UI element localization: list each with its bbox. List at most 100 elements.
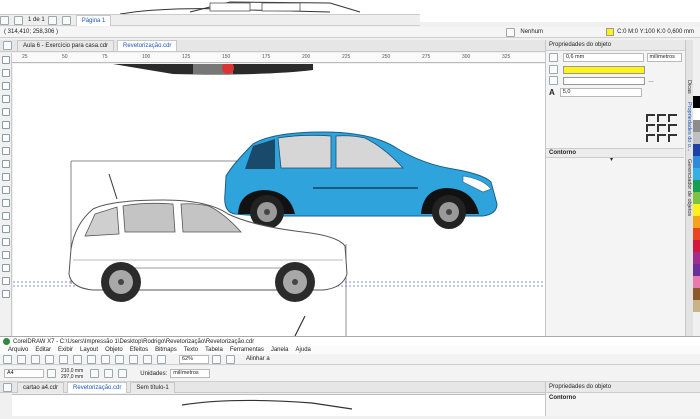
- export-icon[interactable]: [143, 354, 152, 364]
- palette-swatch[interactable]: [693, 132, 700, 144]
- collapse-arrow-icon[interactable]: ▾: [610, 156, 613, 163]
- bottom-canvas[interactable]: [12, 394, 545, 416]
- drop-shadow-icon[interactable]: [1, 212, 10, 220]
- menu-item[interactable]: Efeitos: [130, 347, 148, 353]
- menu-item[interactable]: Editar: [35, 347, 51, 353]
- new-document-icon[interactable]: [3, 41, 12, 50]
- corner-option-icon[interactable]: [668, 124, 677, 132]
- corner-option-icon[interactable]: [657, 134, 666, 142]
- cut-icon[interactable]: [59, 354, 68, 364]
- add-page-icon[interactable]: [61, 15, 71, 25]
- paste-icon[interactable]: [87, 354, 96, 364]
- align-label[interactable]: Alinhar a: [246, 356, 270, 362]
- undo-icon[interactable]: [101, 354, 110, 364]
- next-page-icon[interactable]: [47, 15, 57, 25]
- crop-tool-icon[interactable]: [1, 82, 10, 90]
- prev-page-icon[interactable]: [14, 15, 23, 25]
- blue-car-vector[interactable]: [224, 131, 498, 229]
- menu-item[interactable]: Exibir: [58, 347, 73, 353]
- palette-swatch[interactable]: [693, 216, 700, 228]
- menu-item[interactable]: Ferramentas: [230, 347, 264, 353]
- palette-swatch[interactable]: [693, 144, 700, 156]
- corner-option-icon[interactable]: [668, 134, 677, 142]
- outline-pen-icon[interactable]: [1, 277, 10, 285]
- parallel-dimension-icon[interactable]: [1, 186, 10, 194]
- outline-width-field[interactable]: 0,6 mm: [562, 53, 644, 62]
- corner-option-icon[interactable]: [646, 134, 655, 142]
- page-tab[interactable]: Página 1: [75, 14, 112, 26]
- palette-swatch[interactable]: [693, 240, 700, 252]
- corner-option-icon[interactable]: [668, 114, 677, 122]
- palette-swatch[interactable]: [693, 276, 700, 288]
- portrait-icon[interactable]: [90, 369, 100, 378]
- menu-item[interactable]: Arquivo: [8, 347, 28, 353]
- more-options-icon[interactable]: …: [648, 78, 654, 84]
- zoom-select[interactable]: 62%: [179, 354, 209, 364]
- artistic-media-icon[interactable]: [1, 121, 10, 129]
- palette-swatch[interactable]: [693, 108, 700, 120]
- first-page-icon[interactable]: [0, 15, 9, 25]
- zoom-tool-icon[interactable]: [1, 95, 10, 103]
- menu-item[interactable]: Tabela: [205, 347, 223, 353]
- units-select-bottom[interactable]: milímetros: [170, 369, 211, 378]
- tab-revetorizacao[interactable]: Revetorização.cdr: [117, 40, 178, 51]
- copy-icon[interactable]: [73, 354, 82, 364]
- transparency-icon[interactable]: [1, 225, 10, 233]
- palette-swatch[interactable]: [693, 168, 700, 180]
- polygon-tool-icon[interactable]: [1, 160, 10, 168]
- palette-swatch[interactable]: [693, 204, 700, 216]
- corner-option-icon[interactable]: [646, 124, 655, 132]
- units-select[interactable]: milímetros: [646, 53, 682, 62]
- page-height[interactable]: 297,0 mm: [61, 374, 83, 380]
- tab-cartao-a4[interactable]: cartao a4.cdr: [17, 381, 65, 393]
- new-document-icon-bottom[interactable]: [3, 382, 12, 392]
- palette-swatch[interactable]: [693, 300, 700, 312]
- redo-icon[interactable]: [115, 354, 124, 364]
- tab-sem-titulo[interactable]: Sem título-1: [130, 381, 175, 393]
- text-tool-icon[interactable]: [1, 173, 10, 181]
- pick-tool-icon[interactable]: [1, 56, 10, 64]
- smart-fill-icon[interactable]: [1, 264, 10, 272]
- shape-tool-icon[interactable]: [1, 69, 10, 77]
- rulers-icon[interactable]: [226, 354, 235, 364]
- menu-item[interactable]: Bitmaps: [155, 347, 177, 353]
- menu-item[interactable]: Objeto: [105, 347, 123, 353]
- menu-item[interactable]: Texto: [184, 347, 198, 353]
- freehand-tool-icon[interactable]: [1, 108, 10, 116]
- tab-aula-6[interactable]: Aula 6 - Exercício para casa.cdr: [17, 40, 115, 51]
- tab-revetorizacao-bottom[interactable]: Revetorização.cdr: [67, 381, 128, 393]
- tab-gerenciador[interactable]: Gerenciador de objetos: [686, 159, 692, 216]
- menu-item[interactable]: Ajuda: [296, 347, 311, 353]
- palette-swatch[interactable]: [693, 228, 700, 240]
- drawing-canvas[interactable]: [13, 64, 545, 336]
- menu-item[interactable]: Janela: [271, 347, 289, 353]
- palette-swatch[interactable]: [693, 264, 700, 276]
- menu-item[interactable]: Layout: [80, 347, 98, 353]
- palette-swatch[interactable]: [693, 180, 700, 192]
- save-icon[interactable]: [31, 354, 40, 364]
- ellipse-tool-icon[interactable]: [1, 147, 10, 155]
- miter-limit-field[interactable]: 5,0: [559, 88, 642, 97]
- palette-swatch[interactable]: [693, 120, 700, 132]
- paper-size-select[interactable]: A4: [4, 369, 44, 378]
- full-screen-icon[interactable]: [212, 354, 221, 364]
- palette-swatch[interactable]: [693, 96, 700, 108]
- tab-dicas[interactable]: Dicas: [686, 80, 692, 94]
- corner-option-icon[interactable]: [657, 124, 666, 132]
- open-file-icon[interactable]: [17, 354, 26, 364]
- landscape-icon[interactable]: [104, 369, 114, 378]
- rectangle-tool-icon[interactable]: [1, 134, 10, 142]
- print-icon[interactable]: [45, 354, 54, 364]
- palette-swatch[interactable]: [693, 156, 700, 168]
- new-file-icon[interactable]: [3, 354, 12, 364]
- outline-color-swatch[interactable]: [563, 65, 645, 74]
- fill-tool-icon[interactable]: [1, 290, 10, 298]
- palette-swatch[interactable]: [693, 288, 700, 300]
- interactive-fill-icon[interactable]: [1, 251, 10, 259]
- corner-option-icon[interactable]: [657, 114, 666, 122]
- palette-swatch[interactable]: [693, 252, 700, 264]
- line-style-select[interactable]: [563, 76, 645, 85]
- import-icon[interactable]: [129, 354, 138, 364]
- tab-propriedades[interactable]: Propriedades do o...: [686, 102, 692, 152]
- connector-tool-icon[interactable]: [1, 199, 10, 207]
